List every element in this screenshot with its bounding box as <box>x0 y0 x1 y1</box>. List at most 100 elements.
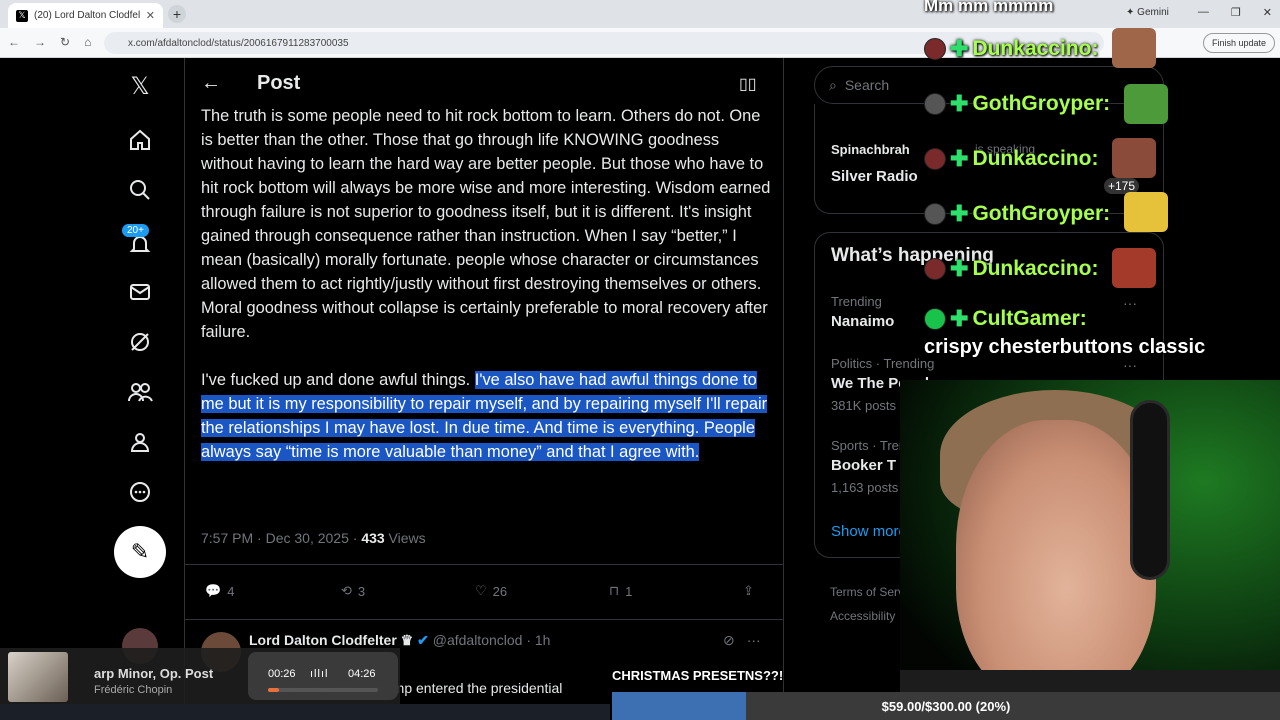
webcam-overlay <box>900 380 1280 720</box>
browser-tab[interactable]: 𝕏 (20) Lord Dalton Clodfelter ♛ o... ✕ <box>8 3 163 28</box>
space-host: Spinachbrah <box>831 142 910 157</box>
repost-count: 3 <box>357 583 366 599</box>
headphones-icon <box>1130 400 1170 580</box>
reply-author[interactable]: Lord Dalton Clodfelter ♛ ✔ @afdaltonclod… <box>249 632 550 649</box>
chat-avatar <box>924 308 946 330</box>
home-nav-icon[interactable] <box>122 122 158 158</box>
back-icon[interactable]: ← <box>8 35 20 49</box>
music-widget: arp Minor, Op. Post Frédéric Chopin 00:2… <box>0 648 400 706</box>
search-icon: ⌕ <box>829 76 837 93</box>
new-tab-button[interactable]: + <box>168 5 186 23</box>
song-artist: Frédéric Chopin <box>94 684 173 696</box>
reply-handle: @afdaltonclod · 1h <box>432 632 551 648</box>
chat-line: ✚ Dunkaccino: <box>924 36 1098 62</box>
taskbar <box>0 704 610 720</box>
compose-post-button[interactable]: ✎ <box>114 526 166 578</box>
time-total: 04:26 <box>348 668 376 680</box>
communities-icon[interactable] <box>122 374 158 410</box>
reply-count: 4 <box>227 583 235 599</box>
reload-icon[interactable]: ↻ <box>60 35 70 49</box>
chat-avatar <box>924 148 946 170</box>
song-title: arp Minor, Op. Post <box>94 666 214 681</box>
sub-badge-icon: ✚ <box>950 306 969 331</box>
reader-mode-icon[interactable]: ▯▯ <box>739 74 757 94</box>
reply-author-name: Lord Dalton Clodfelter ♛ <box>249 632 418 648</box>
post-meta: 7:57 PM · Dec 30, 2025 · 433 Views <box>201 530 426 546</box>
profile-icon[interactable] <box>122 424 158 460</box>
donation-goal-bar: $59.00/$300.00 (20%) <box>612 692 1280 720</box>
post-paragraph-2: I've fucked up and done awful things. I'… <box>201 368 771 464</box>
repost-button[interactable]: ⟲ 3 <box>341 583 365 599</box>
x-logo-icon[interactable]: 𝕏 <box>122 68 158 104</box>
donation-text: $59.00/$300.00 (20%) <box>881 699 1011 714</box>
forward-icon[interactable]: → <box>34 35 46 49</box>
emote-icon <box>1112 138 1156 178</box>
reply-icon: 💬 <box>205 583 222 598</box>
music-progress-bar <box>268 688 378 692</box>
space-name: Silver Radio <box>831 168 918 185</box>
sub-badge-icon: ✚ <box>950 256 969 281</box>
chat-avatar <box>924 38 946 60</box>
reply-button[interactable]: 💬 4 <box>205 583 234 599</box>
more-options-icon[interactable]: ··· <box>747 632 761 649</box>
chat-avatar <box>924 258 946 280</box>
emote-icon <box>1112 248 1156 288</box>
time-elapsed: 00:26 <box>268 668 296 680</box>
main-column: ← Post ▯▯ The truth is some people need … <box>184 58 784 720</box>
close-icon[interactable]: ✕ <box>146 9 155 22</box>
share-button[interactable]: ⇪ <box>743 583 754 599</box>
bookmark-button[interactable]: ⊓ 1 <box>609 583 632 599</box>
emote-icon <box>1124 84 1168 124</box>
equalizer-icon: ıllıl <box>310 668 329 680</box>
streamer-face <box>956 420 1156 700</box>
verified-badge-icon: ✔ <box>417 632 429 648</box>
album-art <box>8 652 68 702</box>
like-count: 26 <box>492 583 508 599</box>
page-title: Post <box>257 72 301 94</box>
sub-badge-icon: ✚ <box>950 146 969 171</box>
like-button[interactable]: ♡ 26 <box>475 583 507 599</box>
chat-avatar <box>924 203 946 225</box>
chat-line: ✚ GothGroyper: <box>924 91 1110 117</box>
chat-username: GothGroyper: <box>972 202 1111 225</box>
chat-username: Dunkaccino: <box>972 147 1099 170</box>
search-placeholder: Search <box>844 77 890 93</box>
chat-username: CultGamer: <box>972 307 1087 330</box>
nav-buttons: ← → ↻ ⌂ <box>8 35 91 49</box>
bookmark-count: 1 <box>625 583 633 599</box>
chat-message-top: Mm mm mmmm <box>924 0 1054 15</box>
share-icon: ⇪ <box>743 583 754 598</box>
sub-badge-icon: ✚ <box>950 201 969 226</box>
left-navigation: 𝕏 20+ ✎ <box>110 58 170 664</box>
explore-search-icon[interactable] <box>122 172 158 208</box>
post-body: The truth is some people need to hit roc… <box>201 104 771 488</box>
bookmark-icon: ⊓ <box>609 583 620 598</box>
stream-chat-overlay: Mm mm mmmm ✚ Dunkaccino: ✚ GothGroyper: ✚ D… <box>924 0 1280 380</box>
views-count: 433 <box>361 530 385 546</box>
notifications-badge: 20+ <box>122 224 149 237</box>
chat-line: ✚ GothGroyper: <box>924 201 1110 227</box>
chat-message-text: crispy chesterbuttons classic <box>924 336 1206 358</box>
sub-badge-icon: ✚ <box>950 91 969 116</box>
donation-title: CHRISTMAS PRESETNS??! <box>612 668 784 683</box>
chat-username: GothGroyper: <box>972 92 1111 115</box>
post-actions: 💬 4 ⟲ 3 ♡ 26 ⊓ 1 ⇪ <box>185 564 783 620</box>
post-timestamp[interactable]: 7:57 PM · Dec 30, 2025 · <box>201 530 361 546</box>
chat-avatar <box>924 93 946 115</box>
messages-mail-icon[interactable] <box>122 274 158 310</box>
chat-line: ✚ Dunkaccino: <box>924 256 1098 282</box>
music-progress-fill <box>268 688 279 692</box>
reply-icons: ⊘ ··· <box>723 632 761 649</box>
back-arrow-icon[interactable]: ← <box>201 72 221 95</box>
grok-icon[interactable]: ⊘ <box>723 632 735 649</box>
more-icon[interactable] <box>122 474 158 510</box>
grok-icon[interactable] <box>122 324 158 360</box>
tab-title: (20) Lord Dalton Clodfelter ♛ o... <box>34 10 140 21</box>
home-icon[interactable]: ⌂ <box>84 35 91 49</box>
post-paragraph-1: The truth is some people need to hit roc… <box>201 107 771 341</box>
music-player: 00:26 ıllıl 04:26 <box>248 652 398 700</box>
heart-icon: ♡ <box>475 583 487 598</box>
chat-line: ✚ Dunkaccino: <box>924 146 1098 172</box>
show-more-link[interactable]: Show more <box>831 523 907 540</box>
chat-username: Dunkaccino: <box>972 257 1099 280</box>
